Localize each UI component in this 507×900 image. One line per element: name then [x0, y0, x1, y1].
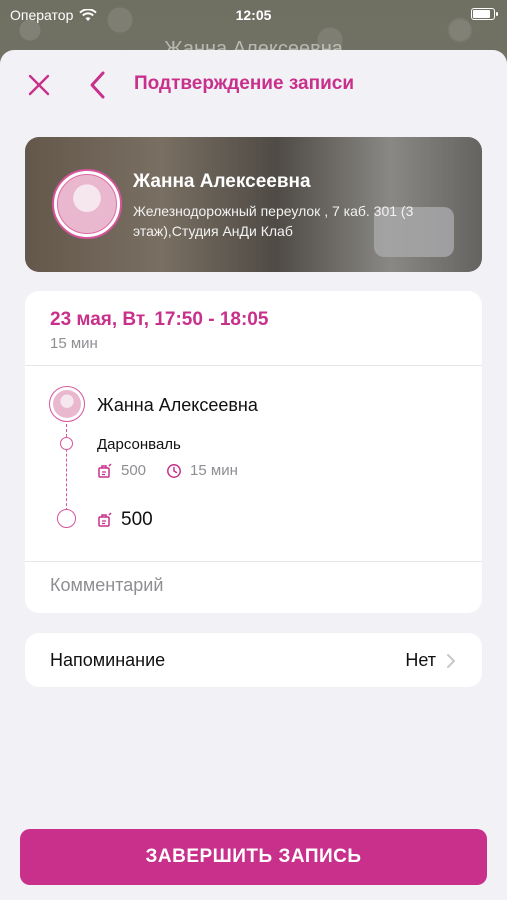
- timeline-dot: [60, 437, 73, 450]
- avatar: [49, 386, 85, 422]
- page-title: Подтверждение записи: [134, 73, 354, 94]
- salon-banner: Жанна Алексеевна Железнодорожный переуло…: [25, 137, 482, 272]
- reminder-label: Напоминание: [50, 650, 166, 670]
- appointment-date: 23 мая, Вт, 17:50 - 18:05: [50, 309, 269, 330]
- price-tag-icon: [98, 462, 112, 478]
- chevron-left-icon[interactable]: [86, 68, 110, 102]
- service-price: 500: [121, 462, 147, 479]
- nav-bar: Подтверждение записи: [0, 50, 507, 118]
- confirmation-sheet: Подтверждение записи Жанна Алексеевна Же…: [0, 50, 507, 900]
- salon-address: Железнодорожный переулок , 7 каб. 301 (3…: [133, 203, 414, 239]
- total-price: 500: [121, 509, 153, 530]
- total-row: 500: [97, 509, 153, 531]
- master-name: Жанна Алексеевна: [97, 395, 258, 415]
- status-bar: Оператор 12:05: [0, 0, 507, 30]
- close-icon[interactable]: [24, 70, 54, 100]
- appointment-card: 23 мая, Вт, 17:50 - 18:05 15 мин Жанна А…: [25, 291, 482, 613]
- price-tag-icon: [98, 512, 112, 527]
- comment-field[interactable]: Комментарий: [50, 575, 163, 596]
- salon-logo: [52, 169, 122, 239]
- complete-booking-button[interactable]: ЗАВЕРШИТЬ ЗАПИСЬ: [20, 829, 487, 885]
- divider: [25, 561, 482, 562]
- chevron-right-icon: [447, 654, 455, 668]
- salon-name: Жанна Алексеевна: [133, 171, 311, 192]
- reminder-value: Нет: [405, 650, 436, 670]
- timeline-end-dot: [57, 509, 76, 528]
- clock-icon: [167, 463, 181, 478]
- clock: 12:05: [235, 7, 272, 23]
- divider: [25, 365, 482, 366]
- service-duration: 15 мин: [190, 462, 238, 479]
- service-meta: 500 15 мин: [97, 462, 238, 479]
- reminder-row[interactable]: Напоминание Нет: [25, 633, 482, 687]
- appointment-duration: 15 мин: [50, 335, 98, 352]
- battery-level: [473, 10, 490, 18]
- battery-icon: [471, 8, 498, 20]
- service-name: Дарсонваль: [97, 436, 181, 453]
